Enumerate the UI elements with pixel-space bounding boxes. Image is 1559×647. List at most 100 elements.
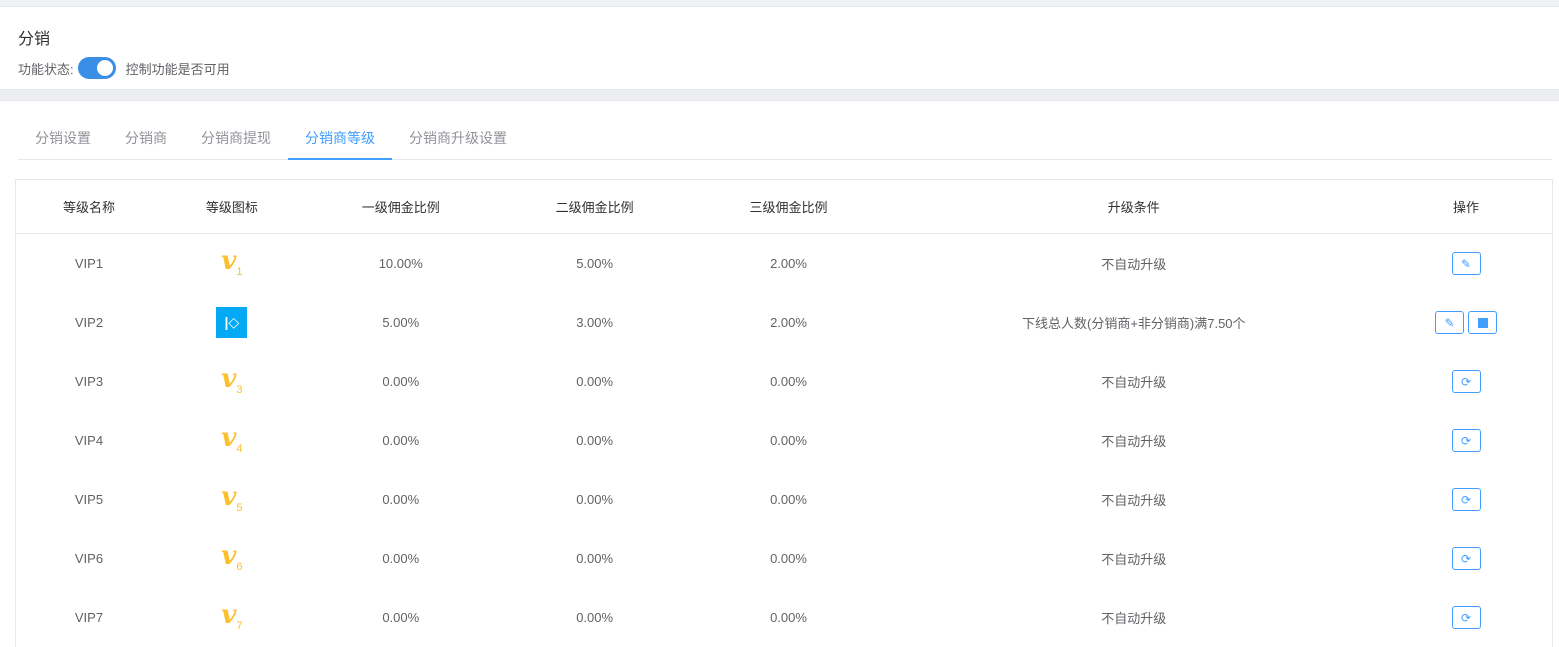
cell-name: VIP7 xyxy=(74,610,104,625)
column-header: 三级佣金比例 xyxy=(749,200,828,215)
cell-cond: 不自动升级 xyxy=(1101,611,1167,626)
refresh-icon: ⟳ xyxy=(1461,610,1472,625)
cell-r3: 0.00% xyxy=(770,610,807,625)
cell-r1: 0.00% xyxy=(382,551,420,566)
cell-r1: 0.00% xyxy=(382,492,420,507)
tab-0[interactable]: 分销设置 xyxy=(18,118,108,159)
cell-name: VIP4 xyxy=(74,433,104,448)
status-description: 控制功能是否可用 xyxy=(125,61,230,77)
cell-cond: 下线总人数(分销商+非分销商)满7.50个 xyxy=(1021,316,1246,331)
enable-button[interactable]: ⟳ xyxy=(1451,429,1481,452)
cell-r2: 0.00% xyxy=(576,374,614,389)
edit-button[interactable]: ✎ xyxy=(1435,311,1465,334)
cell-name: VIP6 xyxy=(74,551,104,566)
vip-level-icon: v4 xyxy=(221,423,243,456)
cell-r3: 2.00% xyxy=(770,315,807,330)
actions-cell: ⟳ xyxy=(1380,429,1552,452)
pencil-icon: ✎ xyxy=(1444,315,1455,330)
cell-name: VIP2 xyxy=(74,315,104,330)
page-header: 分销 功能状态: 控制功能是否可用 xyxy=(0,7,1559,89)
table-row: VIP7 v7 0.00% 0.00% 0.00% 不自动升级 ⟳ xyxy=(16,588,1552,647)
cell-r3: 0.00% xyxy=(770,492,807,507)
actions-cell: ⟳ xyxy=(1380,488,1552,511)
vip-level-icon: v5 xyxy=(221,482,243,515)
stop-icon xyxy=(1477,317,1488,328)
vip-level-icon: v6 xyxy=(221,541,243,574)
level-icon-cell: v3 xyxy=(162,366,302,396)
column-header: 等级名称 xyxy=(62,200,115,215)
divider xyxy=(0,89,1559,101)
cell-r3: 2.00% xyxy=(770,256,807,271)
enable-button[interactable]: ⟳ xyxy=(1451,370,1481,393)
cell-name: VIP5 xyxy=(74,492,104,507)
cell-r1: 10.00% xyxy=(378,256,423,271)
level-icon-cell: v5 xyxy=(162,484,302,514)
tab-1[interactable]: 分销商 xyxy=(108,118,184,159)
k-logo-icon: |◇ xyxy=(216,307,248,338)
disable-button[interactable] xyxy=(1468,311,1498,334)
cell-r2: 0.00% xyxy=(576,433,614,448)
table-row: VIP3 v3 0.00% 0.00% 0.00% 不自动升级 ⟳ xyxy=(16,352,1552,411)
tab-bar: 分销设置 分销商 分销商提现 分销商等级 分销商升级设置 xyxy=(18,118,1552,160)
tab-2[interactable]: 分销商提现 xyxy=(184,118,288,159)
cell-r2: 0.00% xyxy=(576,492,614,507)
column-header: 升级条件 xyxy=(1107,200,1160,215)
vip-level-icon: v3 xyxy=(221,364,243,397)
cell-r1: 0.00% xyxy=(382,374,420,389)
tab-4[interactable]: 分销商升级设置 xyxy=(392,118,524,159)
cell-r1: 0.00% xyxy=(382,610,420,625)
vip-level-icon: v7 xyxy=(221,600,243,633)
actions-cell: ⟳ xyxy=(1380,370,1552,393)
feature-toggle[interactable] xyxy=(77,57,116,79)
table-row: VIP5 v5 0.00% 0.00% 0.00% 不自动升级 ⟳ xyxy=(16,470,1552,529)
actions-cell: ⟳ xyxy=(1380,606,1552,629)
cell-r3: 0.00% xyxy=(770,551,807,566)
refresh-icon: ⟳ xyxy=(1461,374,1472,389)
table-header: 等级名称 等级图标 一级佣金比例 二级佣金比例 三级佣金比例 升级条件 操作 xyxy=(16,180,1552,234)
cell-cond: 不自动升级 xyxy=(1101,493,1167,508)
level-table: 等级名称 等级图标 一级佣金比例 二级佣金比例 三级佣金比例 升级条件 操作 VIP1 v1 1… xyxy=(15,179,1553,647)
cell-cond: 不自动升级 xyxy=(1101,552,1167,567)
cell-r2: 5.00% xyxy=(576,256,614,271)
level-icon-cell: v6 xyxy=(162,543,302,573)
table-row: VIP2 |◇ 5.00% 3.00% 2.00% 下线总人数(分销商+非分销商)满7.5… xyxy=(16,293,1552,352)
cell-name: VIP3 xyxy=(74,374,104,389)
refresh-icon: ⟳ xyxy=(1461,433,1472,448)
cell-r1: 0.00% xyxy=(382,433,420,448)
vip-level-icon: v1 xyxy=(221,246,243,279)
enable-button[interactable]: ⟳ xyxy=(1451,547,1481,570)
page-title: 分销 xyxy=(18,31,51,48)
tab-3[interactable]: 分销商等级 xyxy=(288,118,392,160)
table-row: VIP6 v6 0.00% 0.00% 0.00% 不自动升级 ⟳ xyxy=(16,529,1552,588)
level-icon-cell: v7 xyxy=(162,602,302,632)
cell-cond: 不自动升级 xyxy=(1101,257,1167,272)
top-bar xyxy=(0,0,1559,7)
column-header: 二级佣金比例 xyxy=(555,200,634,215)
status-label: 功能状态: xyxy=(18,61,74,77)
level-icon-cell: v1 xyxy=(162,248,302,278)
column-header: 等级图标 xyxy=(205,200,258,215)
pencil-icon: ✎ xyxy=(1461,256,1472,271)
cell-cond: 不自动升级 xyxy=(1101,375,1167,390)
actions-cell: ✎ xyxy=(1380,311,1552,334)
feature-status: 功能状态: 控制功能是否可用 xyxy=(18,57,1541,79)
cell-r2: 0.00% xyxy=(576,610,614,625)
cell-r3: 0.00% xyxy=(770,433,807,448)
column-header: 一级佣金比例 xyxy=(361,200,440,215)
refresh-icon: ⟳ xyxy=(1461,551,1472,566)
table-row: VIP1 v1 10.00% 5.00% 2.00% 不自动升级 ✎ xyxy=(16,234,1552,293)
cell-r2: 3.00% xyxy=(576,315,614,330)
enable-button[interactable]: ⟳ xyxy=(1451,606,1481,629)
level-icon-cell: |◇ xyxy=(162,307,302,338)
cell-cond: 不自动升级 xyxy=(1101,434,1167,449)
refresh-icon: ⟳ xyxy=(1461,492,1472,507)
cell-name: VIP1 xyxy=(74,256,104,271)
enable-button[interactable]: ⟳ xyxy=(1451,488,1481,511)
actions-cell: ⟳ xyxy=(1380,547,1552,570)
level-icon-cell: v4 xyxy=(162,425,302,455)
actions-cell: ✎ xyxy=(1380,252,1552,275)
edit-button[interactable]: ✎ xyxy=(1451,252,1481,275)
column-header: 操作 xyxy=(1453,200,1480,215)
cell-r3: 0.00% xyxy=(770,374,807,389)
cell-r2: 0.00% xyxy=(576,551,614,566)
